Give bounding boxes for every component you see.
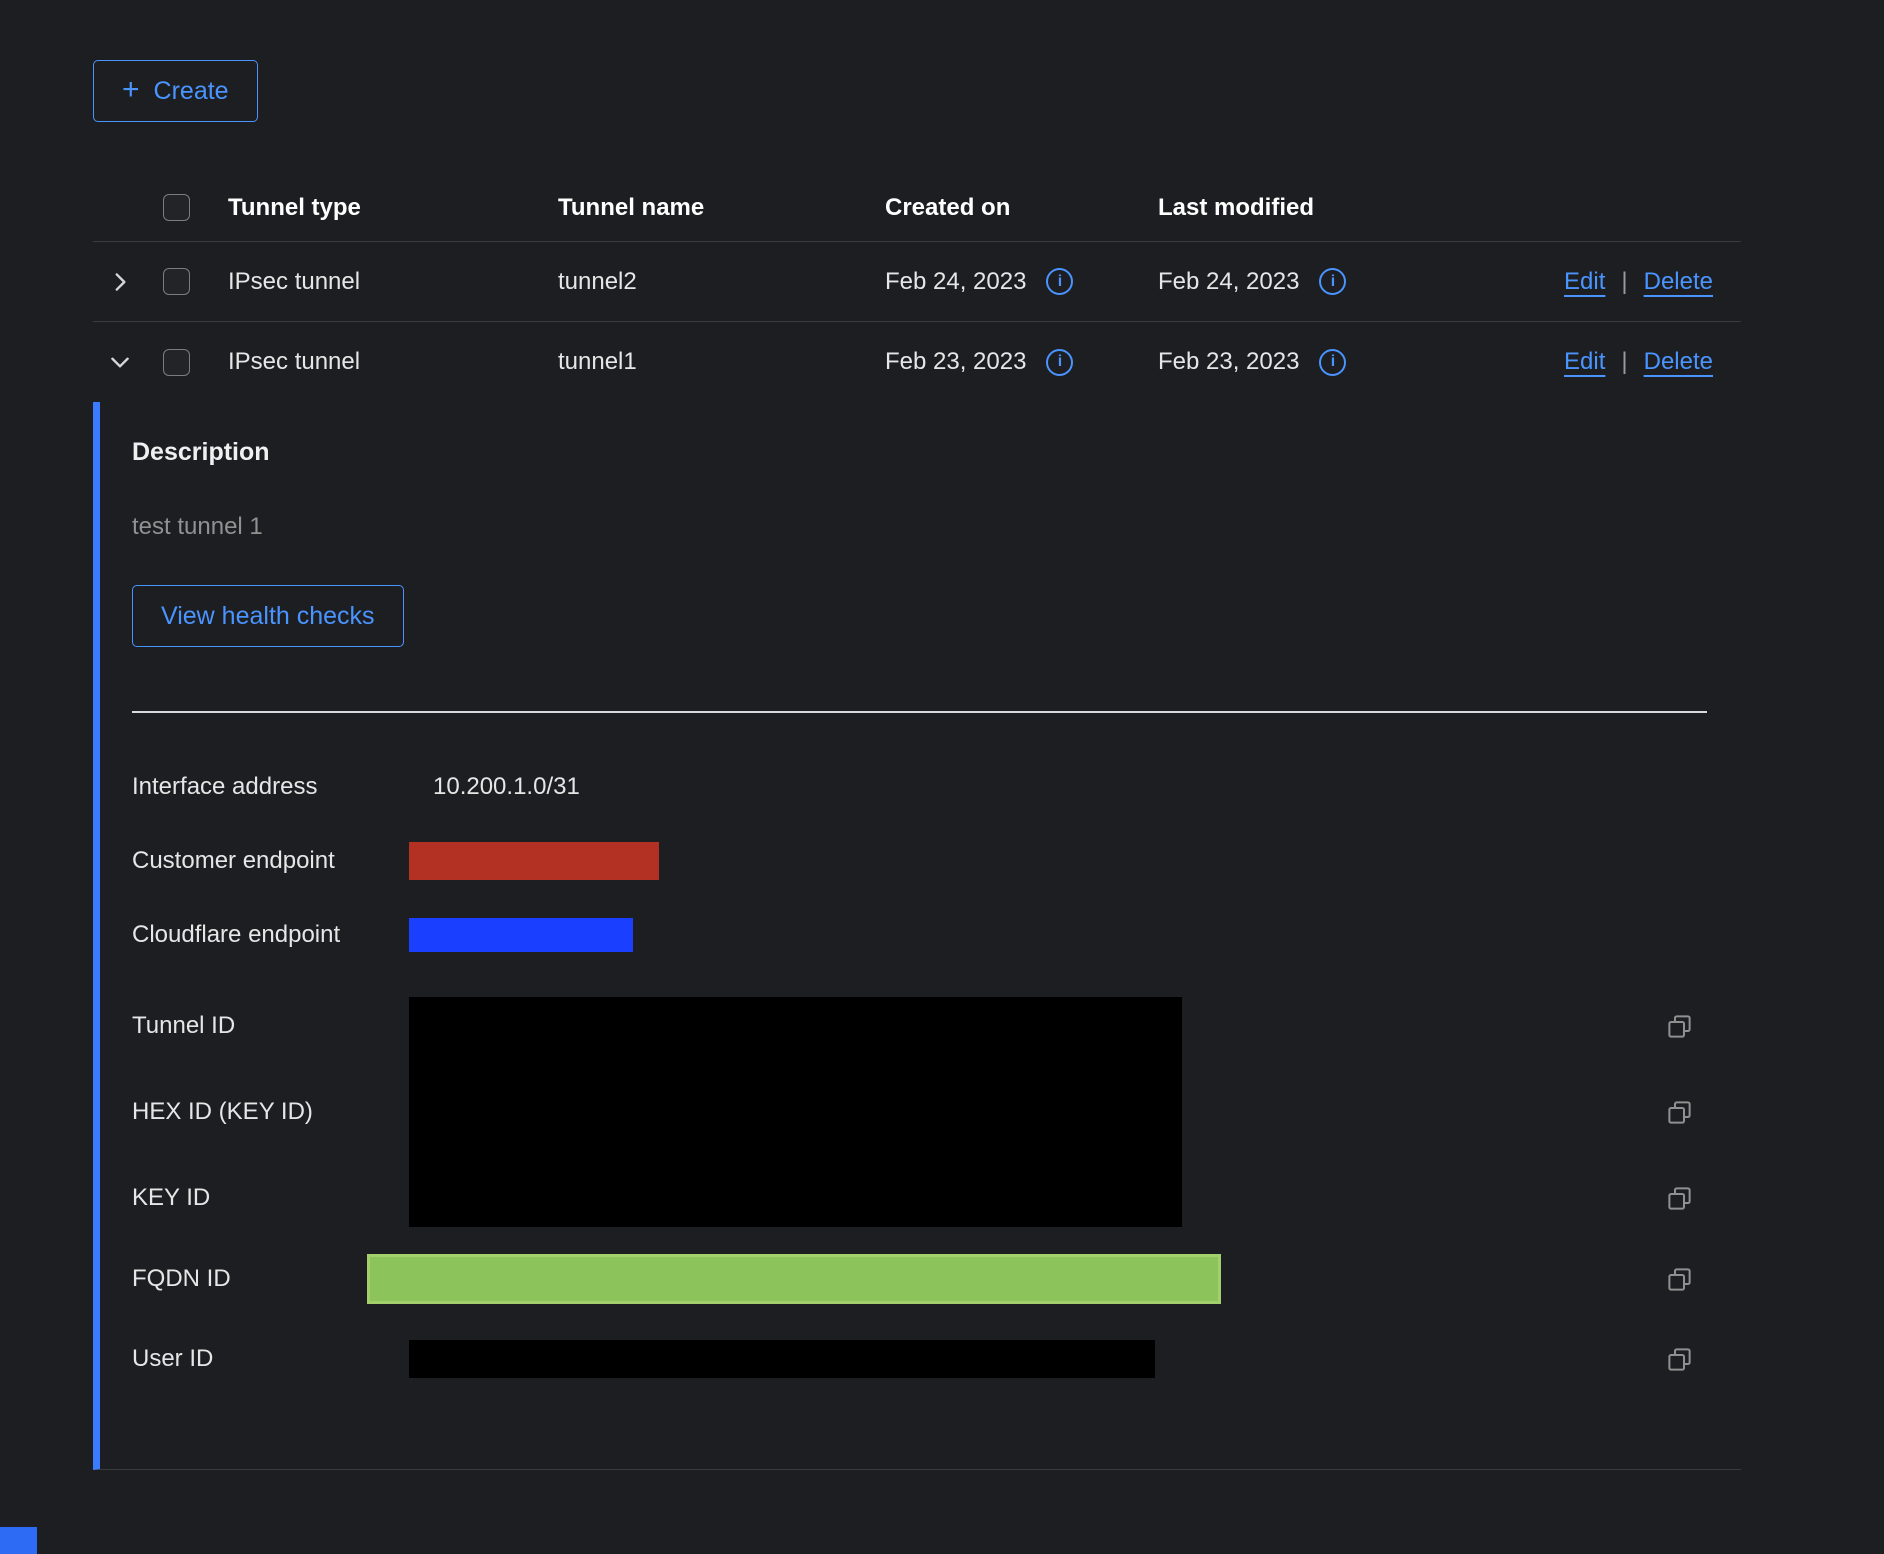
copy-icon[interactable] [1666, 1013, 1693, 1040]
interface-address-label: Interface address [132, 773, 409, 801]
tunnel-detail-panel: Description test tunnel 1 View health ch… [93, 402, 1741, 1470]
ipsec-tunnels-page: + Create Tunnel type Tunnel name Created… [93, 60, 1741, 1470]
col-header-last-modified: Last modified [1158, 194, 1314, 222]
info-icon[interactable]: i [1046, 349, 1073, 376]
info-icon[interactable]: i [1319, 349, 1346, 376]
user-id-label: User ID [132, 1345, 409, 1373]
delete-link[interactable]: Delete [1644, 348, 1713, 376]
description-value: test tunnel 1 [132, 513, 1741, 541]
view-health-checks-label: View health checks [161, 602, 375, 631]
col-header-created-on: Created on [885, 194, 1010, 222]
copy-icon[interactable] [1666, 1266, 1693, 1293]
fqdn-id-redacted-value [367, 1254, 1221, 1304]
field-customer-endpoint: Customer endpoint [132, 835, 1741, 887]
field-interface-address: Interface address 10.200.1.0/31 [132, 761, 1741, 813]
actions-separator: | [1621, 268, 1627, 296]
info-icon[interactable]: i [1046, 268, 1073, 295]
tunnel-id-label: Tunnel ID [132, 1012, 409, 1040]
last-modified-cell: Feb 24, 2023 [1158, 268, 1299, 296]
actions-separator: | [1621, 348, 1627, 376]
tunnel-ids-redacted-value [409, 997, 1182, 1227]
customer-endpoint-redacted-value [409, 842, 659, 880]
divider [132, 711, 1707, 713]
view-health-checks-button[interactable]: View health checks [132, 585, 404, 647]
hex-id-label: HEX ID (KEY ID) [132, 1098, 409, 1126]
customer-endpoint-label: Customer endpoint [132, 847, 409, 875]
tunnel-type-cell: IPsec tunnel [228, 268, 360, 296]
created-on-cell: Feb 23, 2023 [885, 348, 1026, 376]
edit-link[interactable]: Edit [1564, 348, 1605, 376]
tunnel-name-cell: tunnel2 [558, 268, 637, 296]
copy-icon[interactable] [1666, 1185, 1693, 1212]
info-icon[interactable]: i [1319, 268, 1346, 295]
created-on-cell: Feb 24, 2023 [885, 268, 1026, 296]
id-fields-group: Tunnel ID HEX ID (KEY ID) KEY ID [132, 983, 1741, 1241]
field-fqdn-id: FQDN ID [132, 1251, 1741, 1307]
field-user-id: User ID [132, 1333, 1741, 1385]
last-modified-cell: Feb 23, 2023 [1158, 348, 1299, 376]
field-cloudflare-endpoint: Cloudflare endpoint [132, 909, 1741, 961]
delete-link[interactable]: Delete [1644, 268, 1713, 296]
table-header-row: Tunnel type Tunnel name Created on Last … [93, 174, 1741, 242]
chevron-right-icon[interactable] [107, 269, 133, 295]
key-id-label: KEY ID [132, 1184, 409, 1212]
interface-address-value: 10.200.1.0/31 [433, 773, 580, 801]
table-row: IPsec tunnel tunnel1 Feb 23, 2023 i Feb … [93, 322, 1741, 402]
tunnel-fields: Interface address 10.200.1.0/31 Customer… [132, 761, 1741, 1385]
table-row: IPsec tunnel tunnel2 Feb 24, 2023 i Feb … [93, 242, 1741, 322]
cloudflare-endpoint-redacted-value [409, 918, 633, 952]
chevron-down-icon[interactable] [107, 349, 133, 375]
row-checkbox[interactable] [163, 268, 190, 295]
tunnel-name-cell: tunnel1 [558, 348, 637, 376]
user-id-redacted-value [409, 1340, 1155, 1378]
plus-icon: + [122, 75, 140, 105]
col-header-tunnel-type: Tunnel type [228, 194, 361, 222]
bottom-left-accent-fragment [0, 1527, 37, 1554]
create-button[interactable]: + Create [93, 60, 258, 122]
tunnels-table: Tunnel type Tunnel name Created on Last … [93, 174, 1741, 1470]
select-all-checkbox[interactable] [163, 194, 190, 221]
copy-icon[interactable] [1666, 1099, 1693, 1126]
cloudflare-endpoint-label: Cloudflare endpoint [132, 921, 409, 949]
copy-icon[interactable] [1666, 1346, 1693, 1373]
col-header-tunnel-name: Tunnel name [558, 194, 704, 222]
create-button-label: Create [154, 77, 229, 106]
tunnel-type-cell: IPsec tunnel [228, 348, 360, 376]
description-label: Description [132, 438, 1741, 467]
row-checkbox[interactable] [163, 349, 190, 376]
edit-link[interactable]: Edit [1564, 268, 1605, 296]
